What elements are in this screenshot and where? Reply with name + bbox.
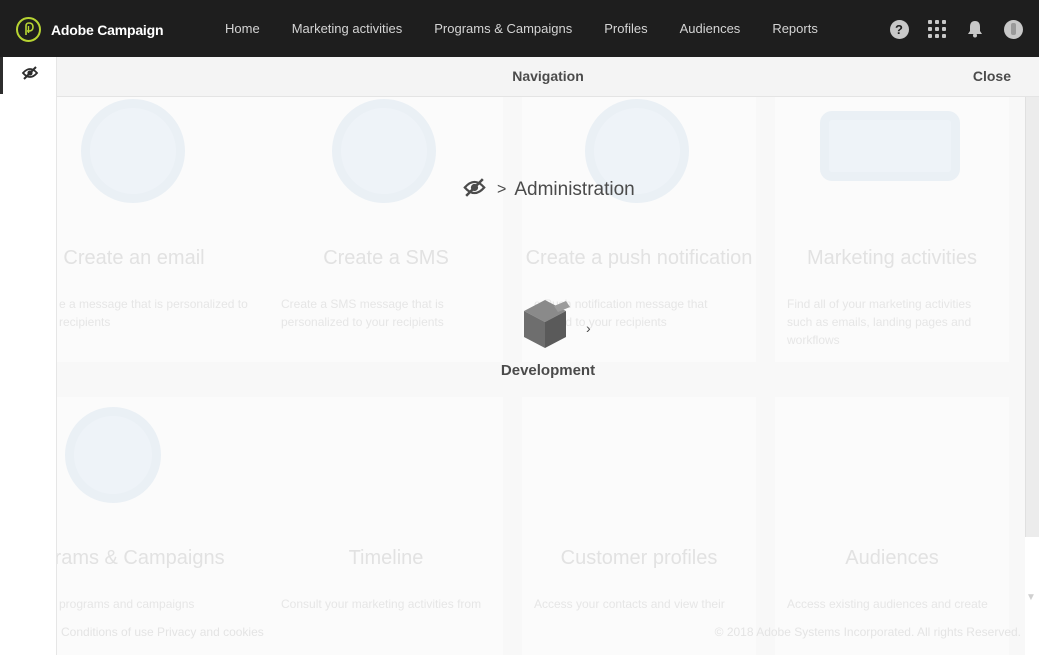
left-rail: [0, 57, 57, 655]
administration-icon: [21, 64, 39, 87]
marketing-activities-icon: [820, 111, 960, 181]
card-desc: Access your contacts and view their: [534, 597, 725, 611]
card-title: Audiences: [845, 547, 939, 569]
nav-programs-campaigns[interactable]: Programs & Campaigns: [434, 21, 572, 36]
card-title: Timeline: [348, 547, 424, 569]
panel-title: Navigation: [512, 68, 584, 84]
administration-icon[interactable]: [462, 175, 487, 205]
apps-grid-icon[interactable]: [927, 19, 947, 39]
card-desc: Access existing audiences and create: [787, 597, 988, 611]
footer-links: Conditions of use Privacy and cookies: [61, 625, 264, 639]
chevron-right-icon: ›: [586, 320, 591, 336]
footer-copyright: © 2018 Adobe Systems Incorporated. All r…: [714, 625, 1021, 639]
card-audiences: Audiences Access existing audiences and …: [775, 397, 1009, 655]
top-icons: ?: [871, 19, 1023, 39]
card-title: grams & Campaigns: [57, 547, 225, 569]
nav-marketing-activities[interactable]: Marketing activities: [292, 21, 403, 36]
scroll-down-arrow-icon[interactable]: ▼: [1026, 592, 1036, 603]
nav-profiles[interactable]: Profiles: [604, 21, 647, 36]
scrollbar[interactable]: [1025, 97, 1039, 537]
card-desc: Create a SMS message that is personalize…: [281, 297, 444, 329]
card-timeline: Timeline Consult your marketing activiti…: [269, 397, 503, 655]
breadcrumb: > Administration: [462, 176, 635, 204]
sms-icon: [332, 99, 436, 203]
card-create-sms: Create a SMS Create a SMS message that i…: [269, 97, 503, 362]
card-title: Create a push notification: [525, 247, 753, 269]
card-desc: e a message that is personalized to reci…: [59, 297, 248, 329]
avatar[interactable]: [1003, 19, 1023, 39]
card-marketing-activities: Marketing activities Find all of your ma…: [775, 97, 1009, 362]
card-title: Customer profiles: [560, 547, 718, 569]
top-bar: Adobe Campaign Home Marketing activities…: [0, 0, 1039, 57]
app-name: Adobe Campaign: [51, 21, 164, 38]
breadcrumb-separator: >: [497, 181, 507, 198]
help-icon[interactable]: ?: [889, 19, 909, 39]
main-nav: Home Marketing activities Programs & Cam…: [225, 0, 850, 57]
card-create-email: Create an email e a message that is pers…: [57, 97, 291, 362]
nav-home[interactable]: Home: [225, 21, 260, 36]
brand[interactable]: Adobe Campaign: [16, 17, 164, 42]
card-desc: programs and campaigns: [59, 597, 195, 611]
development-item[interactable]: › Development: [496, 298, 600, 384]
administration-rail-button[interactable]: [0, 57, 57, 94]
package-box-icon: [520, 298, 570, 355]
card-programs-campaigns: grams & Campaigns programs and campaigns: [57, 397, 291, 655]
development-label: Development: [500, 362, 596, 379]
breadcrumb-current: Administration: [514, 179, 635, 200]
nav-audiences[interactable]: Audiences: [680, 21, 741, 36]
nav-reports[interactable]: Reports: [772, 21, 818, 36]
card-title: Marketing activities: [806, 247, 978, 269]
email-icon: [81, 99, 185, 203]
card-customer-profiles: Customer profiles Access your contacts a…: [522, 397, 756, 655]
card-desc: Find all of your marketing activities su…: [787, 297, 972, 347]
navigation-header: Navigation Close: [57, 57, 1039, 97]
close-button[interactable]: Close: [973, 68, 1011, 84]
adobe-campaign-logo-icon: [16, 17, 41, 42]
card-desc: Consult your marketing activities from: [281, 597, 482, 611]
card-title: Create an email: [63, 247, 205, 269]
bell-icon[interactable]: [965, 19, 985, 39]
card-title: Create a SMS: [323, 247, 449, 269]
programs-icon: [65, 407, 161, 503]
